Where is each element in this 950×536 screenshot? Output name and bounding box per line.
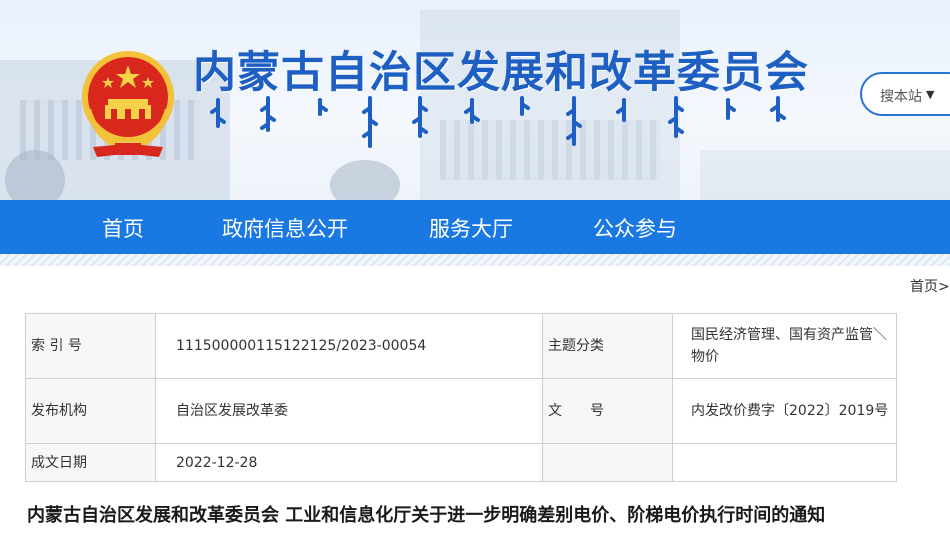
- meta-value-index: 111500000115122125/2023-00054: [155, 313, 543, 379]
- meta-empty-cell: [542, 443, 673, 482]
- nav-divider: [0, 254, 950, 266]
- table-row: 索 引 号 111500000115122125/2023-00054 主题分类…: [25, 313, 897, 379]
- nav-item-home[interactable]: 首页: [102, 213, 144, 243]
- site-search-box[interactable]: 搜本站 ▼: [860, 72, 950, 116]
- meta-empty-cell: [672, 443, 897, 482]
- meta-label-topic: 主题分类: [542, 313, 673, 379]
- site-title: 内蒙古自治区发展和改革委员会: [193, 48, 809, 98]
- nav-item-service-hall[interactable]: 服务大厅: [429, 213, 513, 243]
- breadcrumb[interactable]: 首页>: [910, 276, 950, 296]
- document-meta-table: 索 引 号 111500000115122125/2023-00054 主题分类…: [25, 313, 897, 482]
- main-nav: 首页 政府信息公开 服务大厅 公众参与: [0, 200, 950, 254]
- meta-label-index: 索 引 号: [25, 313, 156, 379]
- search-scope-select[interactable]: 搜本站: [880, 86, 922, 106]
- backdrop-tree: [330, 160, 400, 200]
- site-header: 内蒙古自治区发展和改革委员会 搜本站 ▼: [0, 0, 950, 200]
- meta-label-date: 成文日期: [25, 443, 156, 482]
- meta-label-doc-number: 文 号: [542, 378, 673, 444]
- meta-label-issuer: 发布机构: [25, 378, 156, 444]
- chevron-down-icon[interactable]: ▼: [926, 88, 934, 101]
- national-emblem-icon: [82, 51, 174, 157]
- meta-value-date: 2022-12-28: [155, 443, 543, 482]
- meta-value-doc-number: 内发改价费字〔2022〕2019号: [672, 378, 897, 444]
- meta-value-issuer: 自治区发展改革委: [155, 378, 543, 444]
- nav-item-gov-info[interactable]: 政府信息公开: [222, 213, 348, 243]
- backdrop-building: [700, 150, 950, 200]
- nav-item-public-participation[interactable]: 公众参与: [593, 213, 677, 243]
- mongolian-title-graphic: [210, 96, 786, 148]
- table-row: 成文日期 2022-12-28: [25, 443, 897, 482]
- table-row: 发布机构 自治区发展改革委 文 号 内发改价费字〔2022〕2019号: [25, 378, 897, 444]
- document-title: 内蒙古自治区发展和改革委员会 工业和信息化厅关于进一步明确差别电价、阶梯电价执行…: [27, 505, 826, 526]
- meta-value-topic: 国民经济管理、国有资产监管＼物价: [672, 313, 897, 379]
